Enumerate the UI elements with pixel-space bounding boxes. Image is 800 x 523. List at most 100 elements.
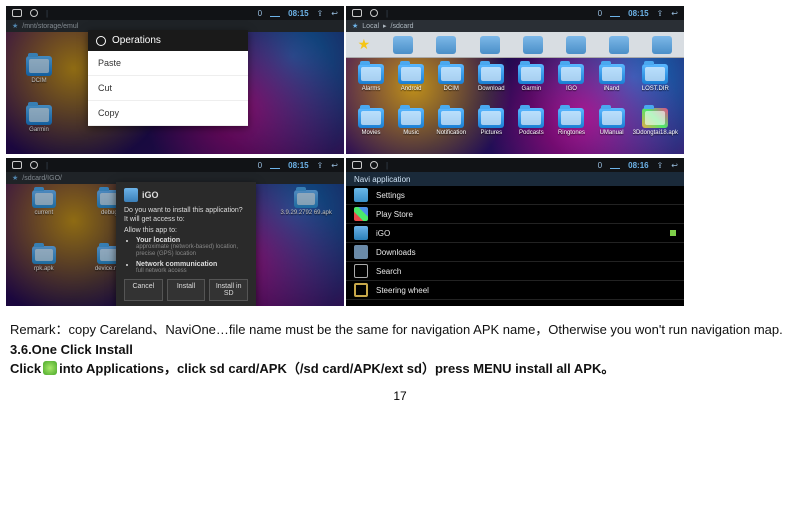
wheel-icon	[354, 283, 368, 297]
folder-icon	[558, 64, 584, 84]
folder-item[interactable]: Download	[472, 64, 510, 106]
folder-icon	[642, 64, 668, 84]
status-bar: | 008:15⇪↩	[346, 6, 684, 20]
folder-icon	[478, 108, 504, 128]
toolbar-button[interactable]	[480, 36, 500, 54]
install-button[interactable]: Install	[167, 279, 206, 301]
instruction-line: Clickinto Applications，click sd card/APK…	[10, 359, 790, 379]
folder-label: DCIM	[432, 86, 470, 93]
clock: 08:16	[628, 161, 648, 170]
list-item[interactable]: Search	[346, 262, 684, 281]
menu-paste[interactable]: Paste	[88, 51, 248, 76]
folder-item[interactable]: Android	[392, 64, 430, 106]
play-icon	[354, 207, 368, 221]
folder-label: Alarms	[352, 86, 390, 93]
operations-title: Operations	[88, 30, 248, 51]
list-item[interactable]: Settings	[346, 186, 684, 205]
apk-icon	[642, 108, 668, 128]
folder-label: Music	[392, 130, 430, 137]
folder-label: Garmin	[512, 86, 550, 93]
operations-menu: Operations Paste Cut Copy	[88, 30, 248, 126]
perm-title: Your location	[136, 237, 248, 244]
folder-item[interactable]: Music	[392, 108, 430, 150]
folder-item[interactable]: Notification	[432, 108, 470, 150]
cancel-button[interactable]: Cancel	[124, 279, 163, 301]
list-item[interactable]: iGO	[346, 224, 684, 243]
menu-copy[interactable]: Copy	[88, 101, 248, 126]
settings-icon	[354, 188, 368, 202]
folder-label: Pictures	[472, 130, 510, 137]
folder-label: iNand	[593, 86, 631, 93]
folder-item[interactable]: DCIM	[432, 64, 470, 106]
toolbar-button[interactable]	[523, 36, 543, 54]
toolbar-button[interactable]	[436, 36, 456, 54]
share-icon: ⇪	[317, 9, 324, 18]
folder-icon	[438, 64, 464, 84]
folder-icon	[558, 108, 584, 128]
list-item[interactable]: Downloads	[346, 243, 684, 262]
toolbar-button[interactable]	[393, 36, 413, 54]
folder-item[interactable]: Alarms	[352, 64, 390, 106]
install-sd-button[interactable]: Install in SD	[209, 279, 248, 301]
folder-item[interactable]: 3Ddongtai18.apk	[633, 108, 678, 150]
list-item-label: Search	[376, 267, 401, 276]
folder-icon	[398, 64, 424, 84]
folder-item[interactable]: Ringtones	[552, 108, 590, 150]
breadcrumb: ★Local▸/sdcard	[346, 20, 684, 32]
page-number: 17	[6, 389, 794, 403]
list-item-label: iGO	[376, 229, 390, 238]
folder-item[interactable]: UManual	[593, 108, 631, 150]
folder-item[interactable]: Pictures	[472, 108, 510, 150]
folder-icon	[518, 108, 544, 128]
clock: 08:15	[288, 161, 308, 170]
screenshot-sdcard: | 008:15⇪↩ ★Local▸/sdcard ★ AlarmsAndroi…	[346, 6, 684, 154]
folder-grid: AlarmsAndroidDCIMDownloadGarminIGOiNandL…	[346, 60, 684, 154]
android-app-icon	[43, 361, 57, 375]
folder-label: Movies	[352, 130, 390, 137]
search-icon	[354, 264, 368, 278]
folder-item[interactable]: Movies	[352, 108, 390, 150]
list-item-label: Downloads	[376, 248, 416, 257]
favorite-icon[interactable]: ★	[358, 36, 371, 53]
toolbar: ★	[346, 32, 684, 58]
folder-item[interactable]: LOST.DIR	[633, 64, 678, 106]
perm-sub: approximate (network-based) location, pr…	[136, 244, 248, 258]
list-item[interactable]: Steering wheel	[346, 281, 684, 300]
folder-icon	[358, 108, 384, 128]
folder-label: Download	[472, 86, 510, 93]
clock: 08:15	[288, 9, 308, 18]
menu-cut[interactable]: Cut	[88, 76, 248, 101]
dl-icon	[354, 245, 368, 259]
folder-label: 3Ddongtai18.apk	[633, 130, 678, 137]
toolbar-button[interactable]	[609, 36, 629, 54]
status-bar: | 008:16⇪↩	[346, 158, 684, 172]
gear-icon	[96, 36, 106, 46]
folder-item[interactable]: Garmin	[512, 64, 550, 106]
screenshot-operations: | 008:15⇪↩ ★/mnt/storage/emul DCIM Garmi…	[6, 6, 344, 154]
home-icon	[352, 9, 362, 17]
dialog-question: Do you want to install this application?…	[124, 206, 248, 224]
list-item-label: Play Store	[376, 210, 413, 219]
list-item[interactable]: Play Store	[346, 205, 684, 224]
folder-icon	[478, 64, 504, 84]
perm-title: Network communication	[136, 261, 248, 268]
folder-item[interactable]: iNand	[593, 64, 631, 106]
signal-icon	[610, 9, 620, 17]
brightness-icon	[370, 9, 378, 17]
folder-icon	[398, 108, 424, 128]
folder-item[interactable]: Podcasts	[512, 108, 550, 150]
back-icon: ↩	[331, 9, 338, 18]
allow-label: Allow this app to:	[124, 227, 248, 234]
folder-label: Notification	[432, 130, 470, 137]
section-heading: 3.6.One Click Install	[10, 340, 790, 360]
toolbar-button[interactable]	[652, 36, 672, 54]
list-item-label: Settings	[376, 191, 405, 200]
screenshot-navi-list: | 008:16⇪↩ Navi application SettingsPlay…	[346, 158, 684, 306]
igo-icon	[354, 226, 368, 240]
app-list: Settings Play Store iGO Downloads Search Stee…	[346, 186, 684, 306]
folder-icon	[358, 64, 384, 84]
status-bar: | 008:15⇪↩	[6, 6, 344, 20]
folder-icon	[518, 64, 544, 84]
folder-item[interactable]: IGO	[552, 64, 590, 106]
toolbar-button[interactable]	[566, 36, 586, 54]
